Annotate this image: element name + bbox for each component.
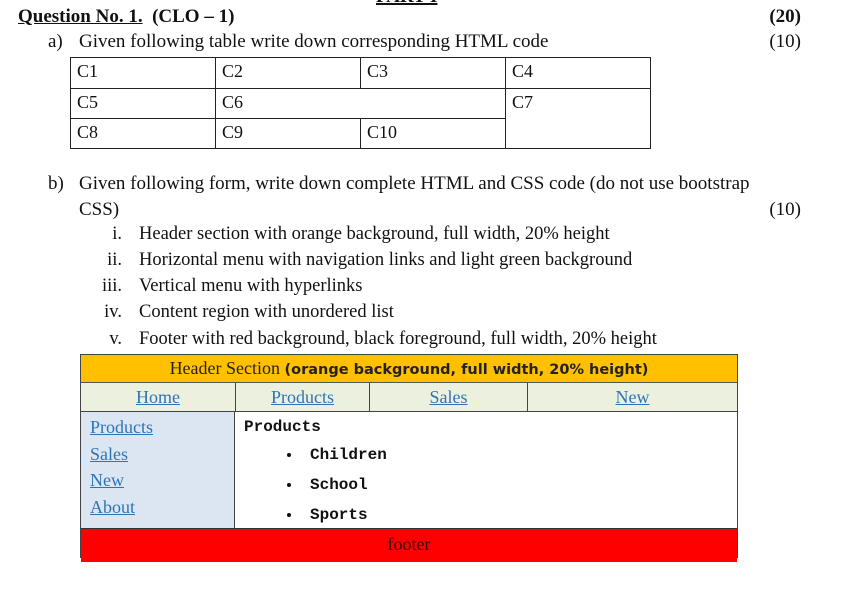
requirement-item: v. Footer with red background, black fore… (109, 329, 657, 349)
nav-link-products[interactable]: Products (236, 383, 370, 411)
layout-mockup: Header Section (orange background, full … (80, 354, 738, 562)
side-link-products[interactable]: Products (90, 414, 234, 441)
table-cell: C1 (70, 57, 216, 89)
part-a-label: a) (48, 31, 63, 52)
nav-link-new[interactable]: New (528, 383, 737, 411)
mock-horizontal-nav: Home Products Sales New (81, 383, 737, 412)
part-title: PART I (376, 0, 437, 8)
requirement-item: iv. Content region with unordered list (104, 302, 394, 322)
content-list: Children School Sports (244, 440, 737, 530)
mock-content: Products Children School Sports (235, 412, 737, 528)
mock-vertical-menu: Products Sales New About (81, 412, 235, 528)
mock-header: Header Section (orange background, full … (81, 355, 737, 383)
content-title: Products (244, 418, 321, 436)
mock-header-text: Header Section (169, 358, 285, 378)
question-title: Question No. 1. (CLO – 1) (18, 6, 234, 28)
mock-body: Products Sales New About Products Childr… (81, 412, 737, 528)
part-b-marks: (10) (769, 199, 801, 220)
requirement-item: i. Header section with orange background,… (112, 224, 610, 244)
total-marks: (20) (769, 6, 801, 27)
list-item: School (302, 470, 737, 500)
table-cell: C2 (215, 57, 361, 89)
side-link-sales[interactable]: Sales (90, 441, 234, 468)
side-link-new[interactable]: New (90, 467, 234, 494)
nav-link-home[interactable]: Home (81, 383, 236, 411)
table-row: C1 C2 C3 C4 (70, 57, 651, 89)
nav-link-sales[interactable]: Sales (370, 383, 528, 411)
mock-footer: footer (81, 528, 737, 562)
table-cell: C7 (505, 88, 651, 149)
list-item: Sports (302, 500, 737, 530)
table-cell: C9 (215, 118, 361, 149)
part-b-text: Given following form, write down complet… (79, 173, 750, 194)
part-a-marks: (10) (769, 31, 801, 52)
table-cell: C5 (70, 88, 216, 119)
question-number: Question No. 1. (18, 6, 143, 27)
table-cell: C6 (215, 88, 506, 119)
mock-header-note: (orange background, full width, 20% heig… (284, 362, 649, 378)
requirement-item: ii. Horizontal menu with navigation links… (107, 250, 633, 270)
requirement-item: iii. Vertical menu with hyperlinks (101, 276, 363, 296)
side-link-about[interactable]: About (90, 494, 234, 521)
table-row: C5 C6 C7 (70, 88, 651, 149)
table-cell: C3 (360, 57, 506, 89)
question-clo: (CLO – 1) (152, 6, 235, 27)
part-b-prompt-cont: CSS) (79, 199, 120, 220)
table-cell: C10 (360, 118, 506, 149)
table-cell: C4 (505, 57, 651, 89)
part-a-text: Given following table write down corresp… (79, 31, 549, 52)
table-cell: C8 (70, 118, 216, 149)
example-table: C1 C2 C3 C4 C5 C6 C7 C8 C9 C10 (70, 57, 651, 149)
part-b-prompt: b) Given following form, write down compl… (48, 173, 750, 195)
list-item: Children (302, 440, 737, 470)
part-a-prompt: a) Given following table write down corre… (48, 31, 548, 53)
part-b-label: b) (48, 173, 64, 194)
